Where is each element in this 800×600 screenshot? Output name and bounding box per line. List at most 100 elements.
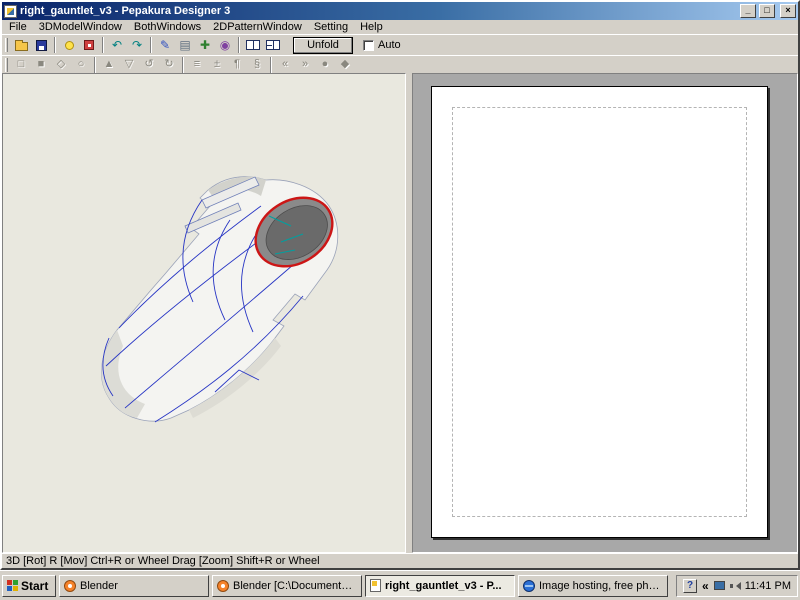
mark-diamond-button[interactable]: ◆ bbox=[335, 57, 355, 73]
taskbar-item-browser[interactable]: Image hosting, free phot... bbox=[518, 574, 668, 597]
toolbar-separator bbox=[94, 56, 96, 73]
add-part-button[interactable]: ✚ bbox=[195, 36, 215, 54]
texture-setting-button[interactable] bbox=[79, 36, 99, 54]
status-bar: 3D [Rot] R [Mov] Ctrl+R or Wheel Drag [Z… bbox=[2, 553, 798, 568]
auto-unfold-option: Auto bbox=[363, 39, 401, 51]
taskbar-item-label: Blender bbox=[80, 579, 118, 592]
add-image-button[interactable]: § bbox=[247, 57, 267, 73]
start-button[interactable]: Start bbox=[2, 574, 56, 597]
edge-list-button[interactable]: ≡ bbox=[187, 57, 207, 73]
rotate-part-button[interactable]: ◇ bbox=[51, 57, 71, 73]
hidden-icons-chevron[interactable]: « bbox=[702, 579, 709, 593]
move-part-icon: ■ bbox=[37, 58, 45, 70]
pan-tool-button[interactable]: ▲ bbox=[99, 57, 119, 73]
unfold-button[interactable]: Unfold bbox=[293, 36, 353, 54]
undo-button[interactable]: ↶ bbox=[107, 36, 127, 54]
rotate-cw-button[interactable]: ↻ bbox=[159, 57, 179, 73]
system-tray: ? « 11:41 PM bbox=[676, 574, 798, 597]
edge-list-icon: ≡ bbox=[193, 58, 201, 70]
tray-clock: 11:41 PM bbox=[744, 579, 791, 592]
menu-2dpatternwindow[interactable]: 2DPatternWindow bbox=[207, 20, 308, 34]
adjust-flap-icon: ± bbox=[213, 58, 221, 70]
window-both-button[interactable] bbox=[243, 36, 263, 54]
help-tray-icon[interactable]: ? bbox=[683, 578, 698, 593]
add-text-button[interactable]: ¶ bbox=[227, 57, 247, 73]
volume-icon[interactable] bbox=[729, 581, 741, 591]
2d-pattern-viewport[interactable] bbox=[412, 73, 798, 553]
taskbar-item-pepakura[interactable]: right_gauntlet_v3 - P... bbox=[365, 574, 515, 597]
pepakura-icon bbox=[370, 579, 381, 592]
toolbar-separator bbox=[238, 37, 240, 53]
menu-bar: File 3DModelWindow BothWindows 2DPattern… bbox=[2, 20, 798, 34]
light-toggle-button[interactable] bbox=[59, 36, 79, 54]
taskbar-item-blender-1[interactable]: Blender bbox=[59, 574, 209, 597]
toolbar-separator bbox=[182, 56, 184, 73]
browser-globe-icon bbox=[523, 579, 535, 592]
toolbar-separator bbox=[54, 37, 56, 53]
blender-icon bbox=[217, 579, 229, 592]
taskbar-item-blender-2[interactable]: Blender [C:\Documents a...] bbox=[212, 574, 362, 597]
window-title: right_gauntlet_v3 - Pepakura Designer 3 bbox=[20, 5, 231, 17]
add-text-icon: ¶ bbox=[234, 58, 240, 70]
menu-setting[interactable]: Setting bbox=[308, 20, 354, 34]
app-icon bbox=[4, 4, 17, 18]
open-button[interactable] bbox=[11, 36, 31, 54]
prev-page-button[interactable]: « bbox=[275, 57, 295, 73]
taskbar-item-label: Blender [C:\Documents a...] bbox=[233, 579, 357, 592]
page-margin-guide bbox=[452, 107, 747, 517]
zoom-tool-button[interactable]: ○ bbox=[71, 57, 91, 73]
window-2d-icon bbox=[266, 40, 280, 50]
toolbar-separator bbox=[102, 37, 104, 53]
taskbar-item-label: Image hosting, free phot... bbox=[539, 579, 663, 592]
toolbar-grip[interactable] bbox=[5, 57, 8, 72]
menu-bothwindows[interactable]: BothWindows bbox=[128, 20, 207, 34]
parts-list-button[interactable]: ▤ bbox=[175, 36, 195, 54]
flip-part-button[interactable]: ▽ bbox=[119, 57, 139, 73]
pepakura-window: right_gauntlet_v3 - Pepakura Designer 3 … bbox=[0, 0, 800, 570]
windows-flag-icon bbox=[7, 580, 18, 591]
save-disk-icon bbox=[35, 39, 47, 51]
texture-icon bbox=[84, 40, 94, 50]
window-2d-button[interactable] bbox=[263, 36, 283, 54]
menu-help[interactable]: Help bbox=[354, 20, 389, 34]
window-both-icon bbox=[246, 40, 260, 50]
pen-icon: ✎ bbox=[159, 38, 171, 52]
adjust-flap-button[interactable]: ± bbox=[207, 57, 227, 73]
restore-button[interactable]: □ bbox=[759, 4, 775, 18]
redo-icon: ↷ bbox=[131, 38, 143, 52]
menu-3dmodelwindow[interactable]: 3DModelWindow bbox=[33, 20, 128, 34]
menu-file[interactable]: File bbox=[3, 20, 33, 34]
pattern-page[interactable] bbox=[431, 86, 768, 538]
taskbar-item-label: right_gauntlet_v3 - P... bbox=[385, 579, 502, 592]
toolbar-separator bbox=[270, 56, 272, 73]
network-monitor-icon[interactable] bbox=[713, 581, 725, 590]
select-tool-button[interactable]: □ bbox=[11, 57, 31, 73]
toolbar-grip[interactable] bbox=[5, 38, 8, 52]
next-page-button[interactable]: » bbox=[295, 57, 315, 73]
minimize-button[interactable]: _ bbox=[740, 4, 756, 18]
undo-icon: ↶ bbox=[111, 38, 123, 52]
move-part-button[interactable]: ■ bbox=[31, 57, 51, 73]
titlebar[interactable]: right_gauntlet_v3 - Pepakura Designer 3 … bbox=[2, 2, 798, 20]
windows-taskbar: Start Blender Blender [C:\Documents a...… bbox=[0, 570, 800, 600]
view-mode-icon: ◉ bbox=[219, 38, 231, 52]
gauntlet-3d-model bbox=[101, 176, 339, 423]
flip-part-icon: ▽ bbox=[124, 58, 134, 70]
plus-icon: ✚ bbox=[199, 38, 211, 52]
toolbar-separator bbox=[150, 37, 152, 53]
rotate-cw-icon: ↻ bbox=[164, 58, 174, 70]
edit-mode-button[interactable]: ✎ bbox=[155, 36, 175, 54]
3d-model-viewport[interactable] bbox=[2, 73, 406, 553]
rotate-ccw-button[interactable]: ↺ bbox=[139, 57, 159, 73]
rotate-part-icon: ◇ bbox=[56, 58, 66, 70]
add-image-icon: § bbox=[253, 58, 261, 70]
close-button[interactable]: × bbox=[780, 4, 796, 18]
mark-dot-button[interactable]: ● bbox=[315, 57, 335, 73]
prev-page-icon: « bbox=[281, 58, 289, 70]
auto-checkbox-label: Auto bbox=[378, 39, 401, 51]
view-mode-button[interactable]: ◉ bbox=[215, 36, 235, 54]
auto-checkbox[interactable] bbox=[363, 39, 374, 51]
save-button[interactable] bbox=[31, 36, 51, 54]
redo-button[interactable]: ↷ bbox=[127, 36, 147, 54]
mark-dot-icon: ● bbox=[321, 58, 329, 70]
